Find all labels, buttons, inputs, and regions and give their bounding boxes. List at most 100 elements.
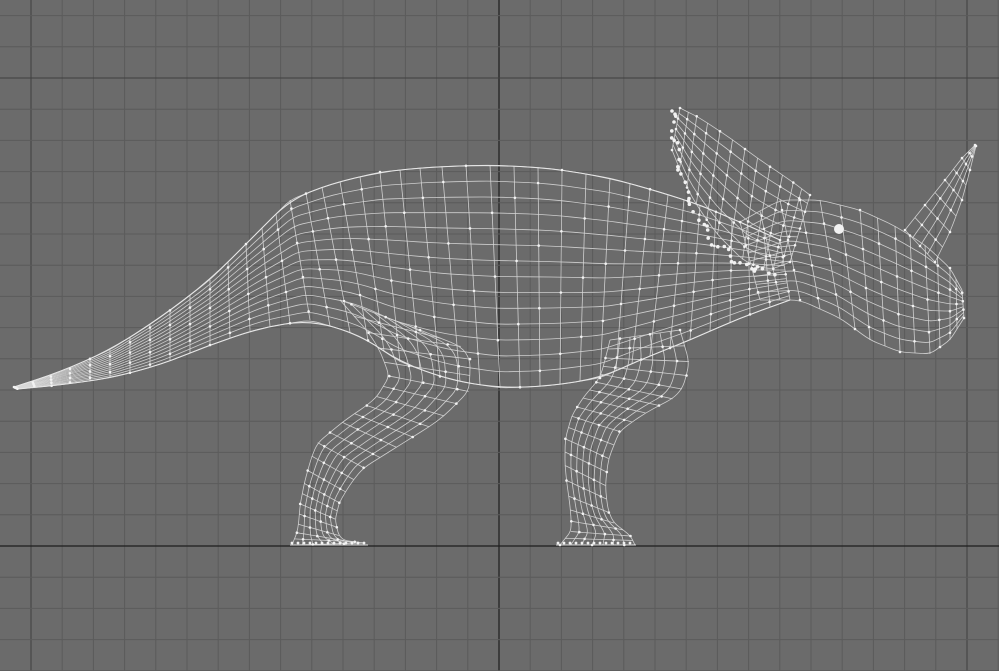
mesh-vertex	[834, 293, 838, 296]
mesh-vertex	[793, 244, 797, 247]
mesh-vertex	[328, 515, 332, 519]
mesh-vertex	[613, 366, 617, 369]
mesh-vertex	[726, 247, 731, 252]
mesh-vertex	[948, 309, 952, 313]
hind-leg-longitude	[291, 299, 389, 546]
mesh-vertex	[433, 315, 436, 319]
mesh-vertex	[787, 235, 791, 238]
mesh-vertex	[342, 455, 346, 459]
3d-viewport[interactable]	[0, 0, 999, 671]
mesh-vertex	[712, 174, 715, 177]
mesh-vertex	[715, 152, 718, 155]
mesh-vertex	[108, 370, 112, 374]
mesh-vertex	[590, 504, 593, 507]
mesh-vertex	[792, 216, 796, 219]
mesh-vertex	[311, 497, 314, 500]
mesh-vertex	[685, 374, 688, 377]
mesh-vertex	[308, 484, 311, 488]
mesh-vertex	[328, 431, 332, 434]
mesh-vertex	[414, 325, 418, 328]
mesh-vertex	[686, 190, 691, 194]
mesh-vertex	[128, 351, 132, 354]
mesh-vertex	[679, 172, 683, 176]
mesh-vertex	[598, 376, 602, 380]
mesh-vertex	[618, 337, 622, 340]
head-longitude	[745, 230, 963, 299]
mesh-edges	[13, 107, 977, 546]
mesh-vertex	[570, 520, 573, 523]
mesh-vertex	[322, 478, 326, 481]
mesh-vertex	[748, 313, 752, 316]
mesh-vertex	[390, 348, 393, 351]
mesh-vertex	[362, 541, 366, 545]
hind-leg-ring	[302, 493, 338, 512]
mesh-vertex	[638, 287, 641, 291]
mesh-vertex	[586, 541, 590, 545]
mesh-vertex	[581, 512, 585, 515]
frill-longitude	[673, 139, 796, 248]
mesh-vertex	[768, 254, 772, 257]
mesh-vertex	[763, 236, 766, 240]
mesh-vertex	[423, 394, 427, 398]
mesh-vertex	[468, 227, 472, 230]
mesh-vertex	[705, 228, 710, 232]
mesh-vertex	[342, 203, 346, 206]
mesh-vertex	[307, 310, 310, 313]
mesh-vertex	[592, 478, 596, 482]
mesh-vertex	[680, 219, 684, 223]
mesh-vertex	[68, 381, 72, 384]
mesh-vertex	[743, 147, 747, 151]
mesh-vertex	[626, 407, 629, 411]
mesh-vertex	[228, 309, 231, 313]
mesh-vertex	[288, 321, 292, 325]
mesh-vertex	[290, 207, 293, 210]
mesh-vertex	[614, 527, 617, 530]
mesh-vertex	[356, 428, 360, 431]
mesh-vertex	[446, 343, 450, 346]
mesh-vertex	[438, 375, 442, 378]
mesh-vertex	[772, 267, 775, 271]
mesh-vertex	[607, 511, 611, 514]
mesh-vertex	[685, 117, 689, 121]
mesh-vertex	[816, 296, 820, 300]
mesh-vertex	[730, 239, 733, 243]
mesh-vertex	[877, 242, 881, 245]
mesh-vertex	[264, 275, 268, 279]
mesh-vertex	[933, 260, 937, 264]
mesh-vertex	[384, 225, 388, 228]
mesh-vertex	[955, 317, 959, 321]
mesh-vertex	[784, 273, 787, 276]
mesh-vertex	[538, 369, 542, 373]
mesh-vertex	[378, 170, 382, 174]
mesh-vertex	[68, 367, 72, 371]
mesh-vertex	[910, 269, 913, 273]
mesh-vertex	[128, 341, 132, 344]
mesh-vertex	[622, 418, 626, 422]
mesh-vertex	[970, 155, 974, 158]
mesh-vertex	[604, 541, 608, 545]
mesh-vertex	[515, 259, 518, 263]
mesh-vertex	[612, 538, 615, 542]
hind-leg-longitude	[325, 321, 447, 544]
mesh-vertex	[418, 422, 422, 426]
mesh-vertex	[50, 381, 53, 385]
mesh-vertex	[668, 346, 672, 350]
mesh-vertex	[374, 287, 377, 291]
mesh-vertex	[452, 303, 455, 307]
mesh-vertex	[88, 376, 92, 380]
mesh-vertex	[414, 330, 418, 334]
mesh-vertex	[955, 171, 958, 175]
mesh-vertex	[853, 327, 857, 331]
mesh-vertex	[513, 196, 517, 200]
mesh-vertex	[598, 541, 602, 545]
mesh-vertex	[718, 221, 721, 224]
wireframe-model[interactable]	[0, 0, 999, 671]
mesh-vertex	[601, 319, 605, 323]
mesh-vertex	[338, 501, 341, 505]
mesh-vertex	[844, 253, 848, 256]
mesh-vertex	[683, 180, 688, 184]
mesh-vertex	[188, 306, 192, 309]
mesh-vertex	[311, 543, 315, 546]
mesh-vertex	[674, 127, 678, 131]
mesh-vertex	[755, 265, 760, 269]
